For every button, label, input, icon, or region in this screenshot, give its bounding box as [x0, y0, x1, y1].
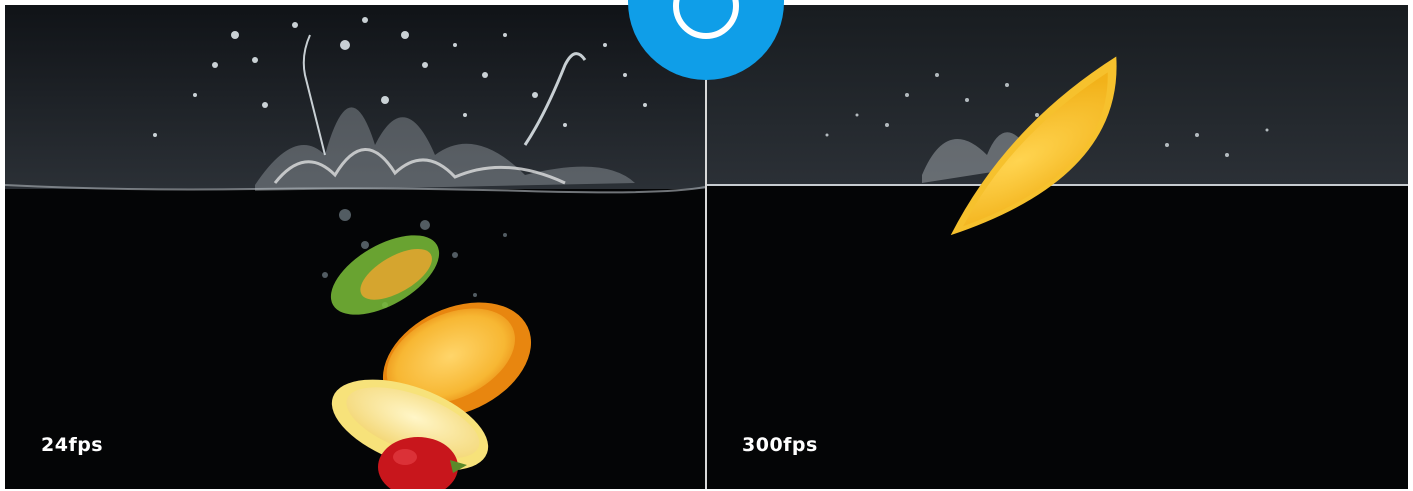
splash-scene-24fps: [5, 5, 705, 489]
comparison-frame: 24fps 300fps: [0, 0, 1413, 491]
fps-label-300: 300fps: [742, 434, 818, 456]
splash-scene-300fps: [707, 5, 1408, 489]
circle-logo-icon: [628, 0, 784, 80]
video-panel-300fps: 300fps: [707, 5, 1408, 489]
fps-label-24: 24fps: [41, 434, 104, 456]
video-panel-24fps: 24fps: [5, 5, 705, 489]
